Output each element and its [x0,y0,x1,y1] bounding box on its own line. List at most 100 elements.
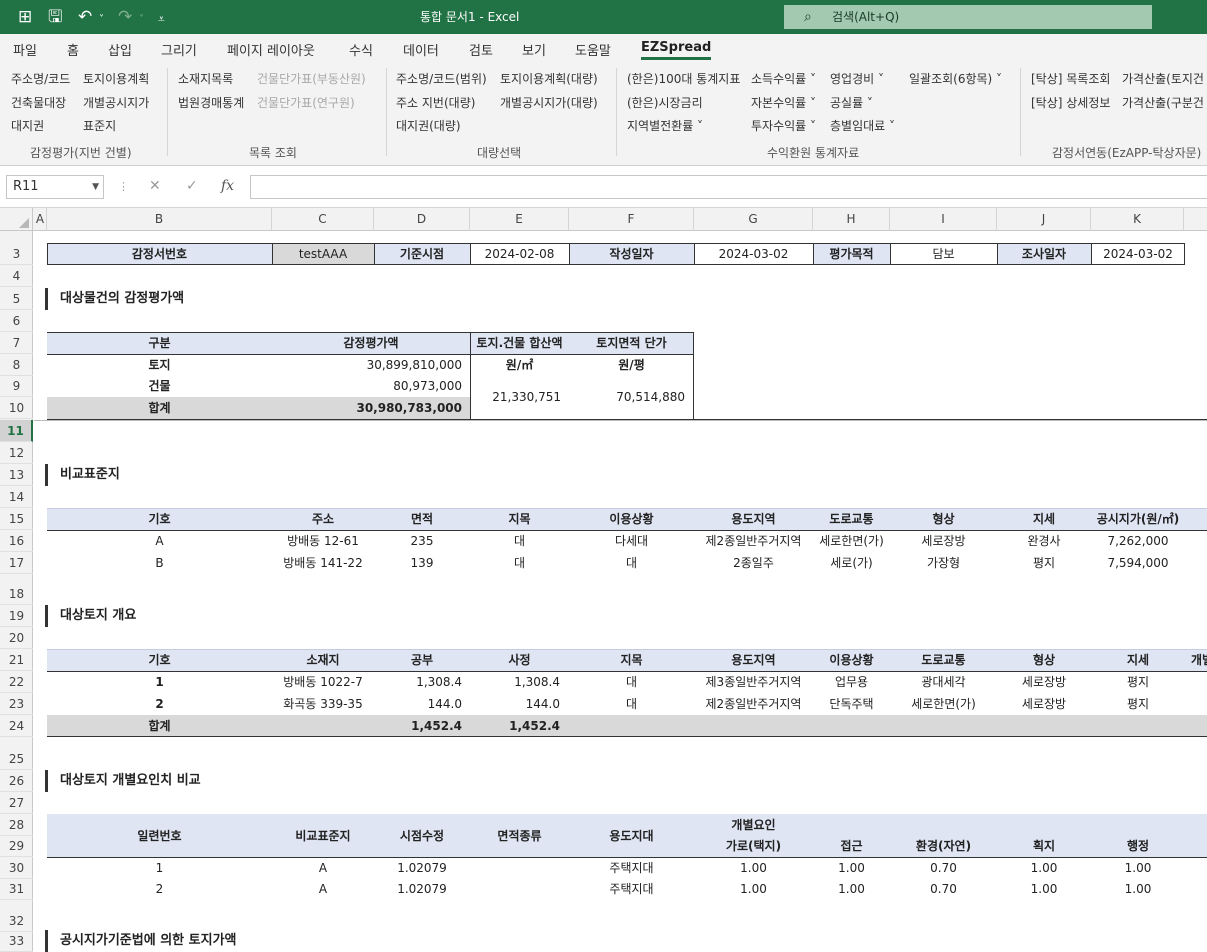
col-header-h[interactable]: H [813,208,890,231]
ribbon-land-use-plan[interactable]: 토지이용계획 [83,70,149,87]
table-cell[interactable]: 방배동 12-61 [272,530,374,552]
table-cell[interactable]: 1 [47,857,272,879]
row-header[interactable]: 10 [0,397,33,419]
worksheet-grid[interactable]: 감정서번호 testAAA 기준시점 2024-02-08 작성일자 2024-… [34,231,1207,952]
insert-function-icon[interactable]: fx [221,178,234,194]
table-cell[interactable]: 세로장방 [890,530,997,552]
ribbon-operating-expense[interactable]: 영업경비 ˅ [830,70,884,87]
save-icon[interactable]: 🖫 [48,7,62,27]
table-cell[interactable]: 업무용 [813,671,890,693]
ribbon-capital-yield[interactable]: 자본수익률 ˅ [751,94,816,111]
undo-icon[interactable]: ↶ [78,7,92,27]
amount-cell[interactable]: 30,899,810,000 [272,354,462,376]
ribbon-price-calc-unit[interactable]: 가격산출(구분건 [1122,94,1204,111]
ribbon-location-list[interactable]: 소재지목록 [178,70,233,87]
ribbon-bok-top100[interactable]: (한은)100대 통계지표 [627,70,740,87]
table-cell[interactable]: 방배동 1022-7 [272,671,374,693]
search-box[interactable]: ⌕ 검색(Alt+Q) [784,5,1152,29]
customize-toolbar-icon[interactable]: ⩡ [158,9,165,29]
ribbon-land-use-plan-bulk[interactable]: 토지이용계획(대량) [500,70,598,87]
tab-review[interactable]: 검토 [469,40,493,59]
ribbon-land-right[interactable]: 대지권 [11,117,44,134]
row-header[interactable]: 13 [0,464,33,486]
amount-cell[interactable]: 30,980,783,000 [272,397,462,419]
table-cell[interactable]: A [272,878,374,900]
enter-icon[interactable]: ✓ [186,178,198,194]
col-header-g[interactable]: G [694,208,813,231]
row-header[interactable]: 8 [0,354,33,376]
row-header[interactable]: 26 [0,770,33,792]
row-header[interactable]: 25 [0,748,33,770]
table-cell[interactable]: 평지 [1091,671,1185,693]
table-cell[interactable]: 가장형 [890,552,997,574]
table-cell[interactable]: 1.00 [813,878,890,900]
ribbon-building-ledger[interactable]: 건축물대장 [11,94,66,111]
table-cell[interactable]: 1 [47,671,272,693]
table-cell[interactable]: 139 [374,552,470,574]
value-report-no[interactable]: testAAA [272,243,374,265]
formula-input[interactable] [250,175,1207,199]
ribbon-regional-conversion[interactable]: 지역별전환률 ˅ [627,117,703,134]
ribbon-individual-price-bulk[interactable]: 개별공시지가(대량) [500,94,598,111]
table-cell[interactable]: A [272,857,374,879]
ribbon-price-calc-land[interactable]: 가격산출(토지건 [1122,70,1204,87]
table-cell[interactable]: 1.00 [997,857,1091,879]
row-header[interactable]: 33 [0,930,33,952]
redo-icon[interactable]: ↷ [118,7,132,27]
table-cell[interactable]: 1.00 [1091,857,1185,879]
row-header[interactable]: 22 [0,671,33,693]
ribbon-address-code-range[interactable]: 주소명/코드(범위) [396,70,487,87]
table-cell[interactable]: 대 [569,671,694,693]
unit-value-cell[interactable]: 21,330,751 [470,386,561,408]
table-cell[interactable]: 2 [47,878,272,900]
value-survey-date[interactable]: 2024-03-02 [1091,243,1185,265]
col-header-b[interactable]: B [47,208,272,231]
table-cell[interactable]: 1.00 [1091,878,1185,900]
col-header-d[interactable]: D [374,208,470,231]
col-header-f[interactable]: F [569,208,694,231]
row-header[interactable]: 15 [0,508,33,530]
row-header[interactable]: 14 [0,486,33,508]
unit-value-cell[interactable]: 70,514,880 [569,386,685,408]
row-header[interactable]: 12 [0,442,33,464]
chevron-down-icon[interactable]: ▼ [92,176,99,198]
table-cell[interactable]: 세로장방 [997,693,1091,715]
col-header-c[interactable]: C [272,208,374,231]
table-cell[interactable]: 1,308.4 [470,671,560,693]
ribbon-desk-detail[interactable]: [탁상] 상세정보 [1031,94,1110,111]
table-cell[interactable]: 1.00 [694,857,813,879]
table-cell[interactable]: 제3종일반주거지역 [694,671,813,693]
autosave-icon[interactable]: ⊞ [18,7,32,27]
table-cell[interactable]: 2종일주 [694,552,813,574]
ribbon-land-right-bulk[interactable]: 대지권(대량) [396,117,461,134]
table-cell[interactable]: 대 [569,693,694,715]
tab-page-layout[interactable]: 페이지 레이아웃 [227,40,315,59]
ribbon-standard-land[interactable]: 표준지 [83,117,116,134]
table-cell[interactable]: 세로장방 [997,671,1091,693]
table-cell[interactable]: 대 [470,552,569,574]
ribbon-floor-rent[interactable]: 층별임대료 ˅ [830,117,895,134]
table-cell[interactable]: 144.0 [374,693,462,715]
row-header[interactable]: 24 [0,715,33,737]
table-cell[interactable]: 144.0 [470,693,560,715]
ribbon-building-price-institute[interactable]: 건물단가표(연구원) [257,94,355,111]
table-cell[interactable]: 1,308.4 [374,671,462,693]
undo-dropdown-icon[interactable]: ˅ [99,10,104,30]
tab-draw[interactable]: 그리기 [161,40,197,59]
name-box[interactable]: R11 ▼ [6,175,104,199]
row-header[interactable]: 32 [0,910,33,932]
col-header-a[interactable]: A [34,208,47,231]
table-cell[interactable]: 방배동 141-22 [272,552,374,574]
tab-file[interactable]: 파일 [13,40,37,59]
table-cell[interactable] [470,857,569,879]
row-header[interactable]: 16 [0,530,33,552]
row-header[interactable]: 30 [0,857,33,879]
table-cell[interactable]: 1.00 [694,878,813,900]
total-cell[interactable]: 1,452.4 [374,715,462,737]
table-cell[interactable]: 주택지대 [569,857,694,879]
table-cell[interactable]: 단독주택 [813,693,890,715]
row-header[interactable]: 28 [0,814,33,836]
table-cell[interactable]: 1.02079 [374,857,470,879]
value-base-date[interactable]: 2024-02-08 [470,243,569,265]
table-cell[interactable]: 제2종일반주거지역 [694,693,813,715]
